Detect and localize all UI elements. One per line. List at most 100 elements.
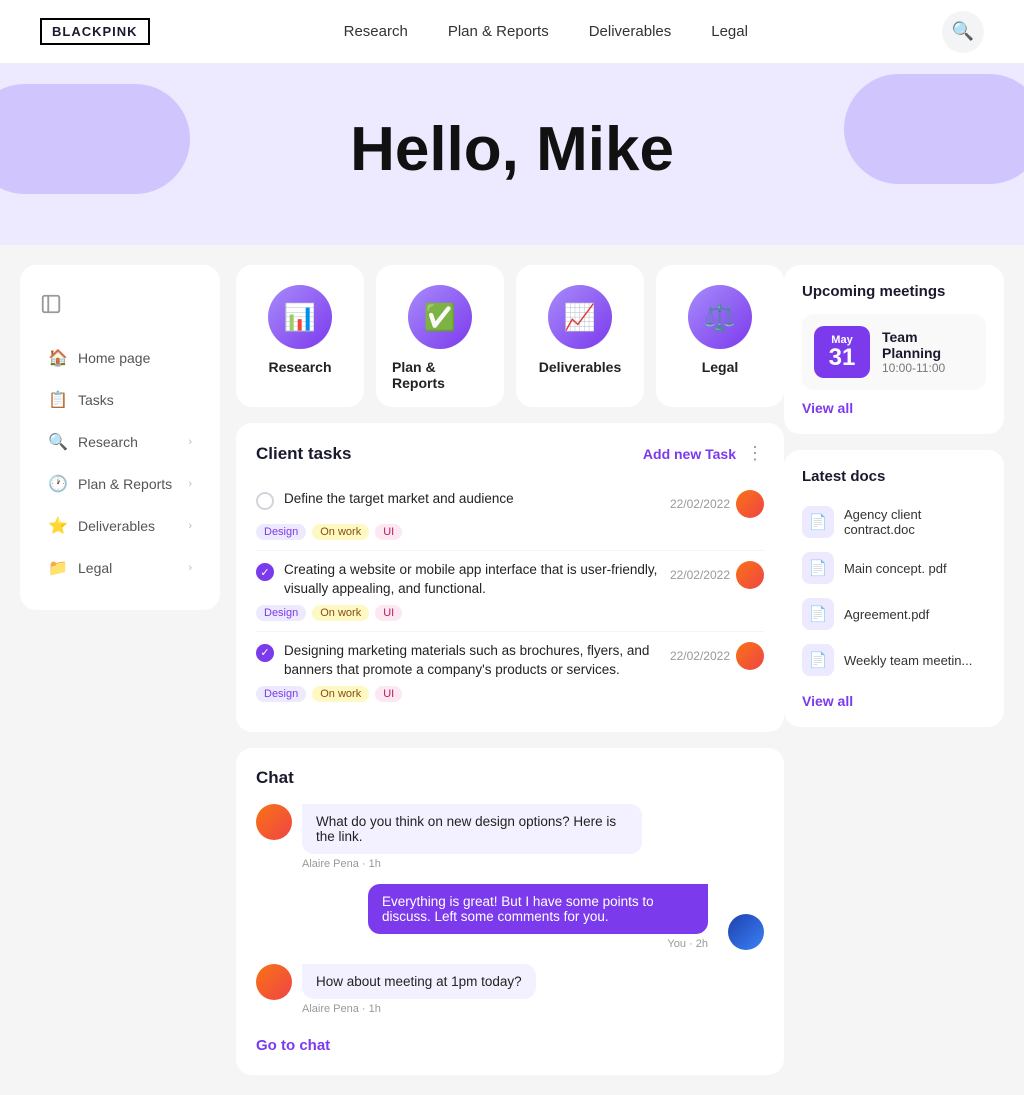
sidebar-item-legal[interactable]: 📁 Legal ›	[28, 548, 212, 588]
doc-name-1: Agency client contract.doc	[844, 507, 986, 537]
sidebar-arrow-legal: ›	[188, 562, 192, 574]
meeting-date-box: May 31	[814, 326, 870, 378]
sidebar-label-legal: Legal	[78, 560, 112, 576]
task-text-3: Designing marketing materials such as br…	[284, 642, 660, 680]
chat-text-2: Everything is great! But I have some poi…	[368, 884, 708, 934]
list-item: What do you think on new design options?…	[256, 804, 764, 870]
table-row: ✓ Designing marketing materials such as …	[256, 632, 764, 712]
category-card-plan-reports[interactable]: ✅ Plan & Reports	[376, 265, 504, 407]
chat-bubble-left-2: How about meeting at 1pm today? Alaire P…	[302, 964, 536, 1015]
sidebar-item-research[interactable]: 🔍 Research ›	[28, 422, 212, 462]
task-meta-1: 22/02/2022	[670, 490, 764, 518]
tag-design: Design	[256, 686, 306, 702]
category-card-deliverables[interactable]: 📈 Deliverables	[516, 265, 644, 407]
sidebar-arrow-research: ›	[188, 436, 192, 448]
task-date-1: 22/02/2022	[670, 497, 730, 511]
avatar	[728, 914, 764, 950]
research-icon: 🔍	[48, 432, 68, 452]
tasks-icon: 📋	[48, 390, 68, 410]
category-card-legal[interactable]: ⚖️ Legal	[656, 265, 784, 407]
sidebar-arrow-plan: ›	[188, 478, 192, 490]
task-avatar-3	[736, 642, 764, 670]
tag-onwork: On work	[312, 605, 369, 621]
sidebar-item-home-page[interactable]: 🏠 Home page	[28, 338, 212, 378]
legal-icon: 📁	[48, 558, 68, 578]
task-date-2: 22/02/2022	[670, 568, 730, 582]
sidebar-item-deliverables[interactable]: ⭐ Deliverables ›	[28, 506, 212, 546]
chat-text-1: What do you think on new design options?…	[302, 804, 642, 854]
tag-ui: UI	[375, 686, 402, 702]
sidebar-label-tasks: Tasks	[78, 392, 114, 408]
chat-bubble-left-1: What do you think on new design options?…	[302, 804, 642, 870]
chat-panel: Chat What do you think on new design opt…	[236, 748, 784, 1075]
right-panel: Upcoming meetings May 31 Team Planning 1…	[784, 265, 1004, 1075]
category-cards-row: 📊 Research ✅ Plan & Reports 📈 Deliverabl…	[236, 265, 784, 407]
meeting-time: 10:00-11:00	[882, 361, 974, 375]
hero-greeting: Hello, Mike	[20, 114, 1004, 185]
task-checkbox-3[interactable]: ✓	[256, 644, 274, 662]
category-card-research[interactable]: 📊 Research	[236, 265, 364, 407]
tag-design: Design	[256, 524, 306, 540]
sidebar-label-deliverables: Deliverables	[78, 518, 155, 534]
sidebar-item-plan-reports[interactable]: 🕐 Plan & Reports ›	[28, 464, 212, 504]
chat-sender-3: Alaire Pena · 1h	[302, 1003, 536, 1015]
doc-name-4: Weekly team meetin...	[844, 653, 972, 668]
sidebar-collapse-icon[interactable]	[20, 285, 220, 336]
tasks-title: Client tasks	[256, 444, 351, 464]
chat-sender-1: Alaire Pena · 1h	[302, 858, 642, 870]
task-checkbox-1[interactable]	[256, 492, 274, 510]
task-tags-2: Design On work UI	[256, 605, 764, 621]
chat-bubble-right-1: Everything is great! But I have some poi…	[368, 884, 708, 950]
add-task-button[interactable]: Add new Task	[643, 446, 736, 462]
research-card-icon: 📊	[268, 285, 332, 349]
task-date-3: 22/02/2022	[670, 649, 730, 663]
home-icon: 🏠	[48, 348, 68, 368]
docs-title: Latest docs	[802, 468, 986, 485]
tasks-more-button[interactable]: ⋮	[746, 443, 764, 464]
deliverables-icon: ⭐	[48, 516, 68, 536]
list-item: How about meeting at 1pm today? Alaire P…	[256, 964, 764, 1015]
list-item: Everything is great! But I have some poi…	[256, 884, 764, 950]
list-item[interactable]: 📄 Agreement.pdf	[802, 591, 986, 637]
chat-text-3: How about meeting at 1pm today?	[302, 964, 536, 999]
doc-icon-1: 📄	[802, 506, 834, 538]
plan-reports-icon: 🕐	[48, 474, 68, 494]
list-item[interactable]: 📄 Main concept. pdf	[802, 545, 986, 591]
plan-reports-card-label: Plan & Reports	[392, 359, 488, 391]
chat-title: Chat	[256, 768, 764, 788]
tasks-actions: Add new Task ⋮	[643, 443, 764, 464]
deliverables-card-icon: 📈	[548, 285, 612, 349]
nav-research[interactable]: Research	[344, 23, 408, 40]
list-item[interactable]: 📄 Weekly team meetin...	[802, 637, 986, 683]
list-item[interactable]: 📄 Agency client contract.doc	[802, 499, 986, 545]
nav-legal[interactable]: Legal	[711, 23, 748, 40]
meetings-view-all-button[interactable]: View all	[802, 400, 853, 416]
table-row: Define the target market and audience 22…	[256, 480, 764, 551]
docs-view-all-button[interactable]: View all	[802, 693, 853, 709]
table-row: ✓ Creating a website or mobile app inter…	[256, 551, 764, 632]
sidebar-item-tasks[interactable]: 📋 Tasks	[28, 380, 212, 420]
search-button[interactable]: 🔍	[942, 11, 984, 53]
doc-name-2: Main concept. pdf	[844, 561, 947, 576]
sidebar-label-home: Home page	[78, 350, 150, 366]
doc-name-3: Agreement.pdf	[844, 607, 929, 622]
sidebar: 🏠 Home page 📋 Tasks 🔍 Research › 🕐 Plan …	[20, 265, 220, 610]
nav-links: Research Plan & Reports Deliverables Leg…	[344, 23, 748, 40]
task-checkbox-2[interactable]: ✓	[256, 563, 274, 581]
legal-card-icon: ⚖️	[688, 285, 752, 349]
nav-deliverables[interactable]: Deliverables	[589, 23, 672, 40]
docs-panel: Latest docs 📄 Agency client contract.doc…	[784, 450, 1004, 727]
go-to-chat-button[interactable]: Go to chat	[256, 1037, 330, 1054]
meetings-title: Upcoming meetings	[802, 283, 986, 300]
meeting-name: Team Planning	[882, 329, 974, 361]
deliverables-card-label: Deliverables	[539, 359, 622, 375]
tag-onwork: On work	[312, 524, 369, 540]
nav-plan-reports[interactable]: Plan & Reports	[448, 23, 549, 40]
task-text-2: Creating a website or mobile app interfa…	[284, 561, 660, 599]
tasks-panel: Client tasks Add new Task ⋮ Define the t…	[236, 423, 784, 732]
task-tags-1: Design On work UI	[256, 524, 764, 540]
plan-reports-card-icon: ✅	[408, 285, 472, 349]
task-avatar-2	[736, 561, 764, 589]
task-tags-3: Design On work UI	[256, 686, 764, 702]
task-meta-2: 22/02/2022	[670, 561, 764, 589]
